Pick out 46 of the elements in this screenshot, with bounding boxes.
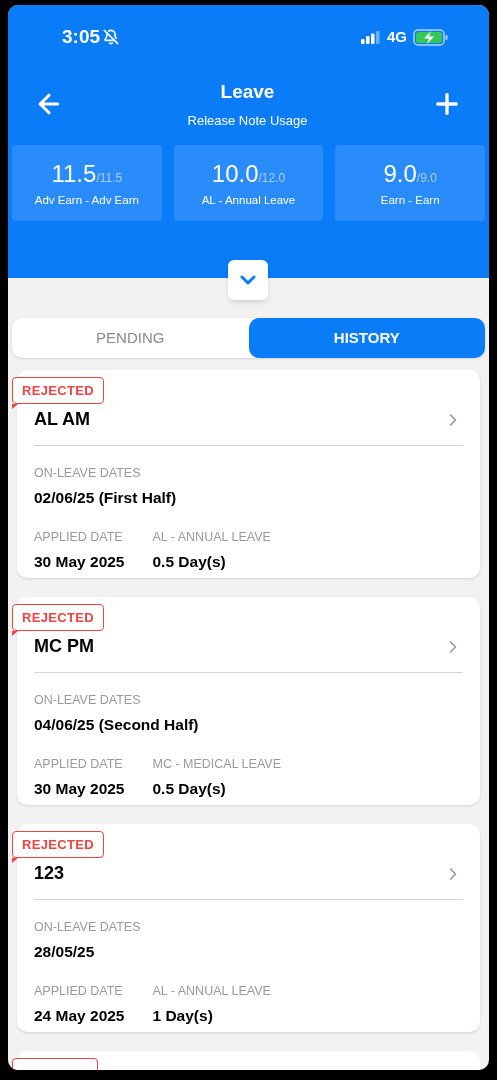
balance-total: /11.5 <box>96 171 123 188</box>
leave-duration: 0.5 Day(s) <box>152 778 227 799</box>
balance-label: AL - Annual Leave <box>201 193 296 209</box>
balance-label: Earn - Earn <box>380 193 440 209</box>
applied-date: 30 May 2025 <box>34 778 125 799</box>
leave-dates: 04/06/25 (Second Half) <box>34 714 200 735</box>
leave-duration: 1 Day(s) <box>152 1005 214 1026</box>
applied-date: 30 May 2025 <box>34 551 125 572</box>
applied-label: APPLIED DATE <box>34 529 124 546</box>
badge-tail-icon <box>12 631 18 636</box>
leave-duration: 0.5 Day(s) <box>152 551 227 572</box>
leave-title: 123 <box>34 862 65 885</box>
balance-value: 10.0 <box>211 159 259 190</box>
leave-title: MC PM <box>34 635 94 658</box>
leave-type-label: AL - ANNUAL LEAVE <box>152 983 271 1000</box>
leave-title: AL AM <box>34 408 90 431</box>
badge-tail-icon <box>12 404 18 409</box>
status-badge: REJECTED <box>12 377 104 404</box>
balance-total: /12.0 <box>258 171 286 188</box>
signal-icon <box>361 30 381 44</box>
clock-time: 3:05 <box>62 24 101 49</box>
leave-dates: 02/06/25 (First Half) <box>34 487 178 508</box>
battery-charging-icon <box>413 28 449 46</box>
leave-dates: 28/05/25 <box>34 941 96 962</box>
network-label: 4G <box>387 26 407 47</box>
balance-label: Adv Earn - Adv Earn <box>34 193 139 209</box>
balance-value: 11.5 <box>51 159 97 190</box>
page-title: Leave <box>220 80 275 104</box>
page-subtitle: Release Note Usage <box>187 111 308 130</box>
balance-value: 9.0 <box>383 159 417 190</box>
muted-bell-icon <box>103 29 120 45</box>
tab[interactable]: PENDING <box>12 318 249 358</box>
status-badge: REJECTED <box>12 831 104 858</box>
balance-total: /9.0 <box>416 171 437 188</box>
leave-type-label: AL - ANNUAL LEAVE <box>152 529 271 546</box>
tab[interactable]: HISTORY <box>248 318 485 358</box>
applied-date: 24 May 2025 <box>34 1005 125 1026</box>
status-badge: REJECTED <box>12 604 104 631</box>
dates-label: ON-LEAVE DATES <box>34 692 142 709</box>
badge-tail-icon <box>12 858 18 863</box>
expand-button[interactable] <box>228 260 268 300</box>
applied-label: APPLIED DATE <box>34 756 124 773</box>
dates-label: ON-LEAVE DATES <box>34 919 142 936</box>
applied-label: APPLIED DATE <box>34 983 124 1000</box>
leave-type-label: MC - MEDICAL LEAVE <box>152 756 281 773</box>
dates-label: ON-LEAVE DATES <box>34 465 142 482</box>
